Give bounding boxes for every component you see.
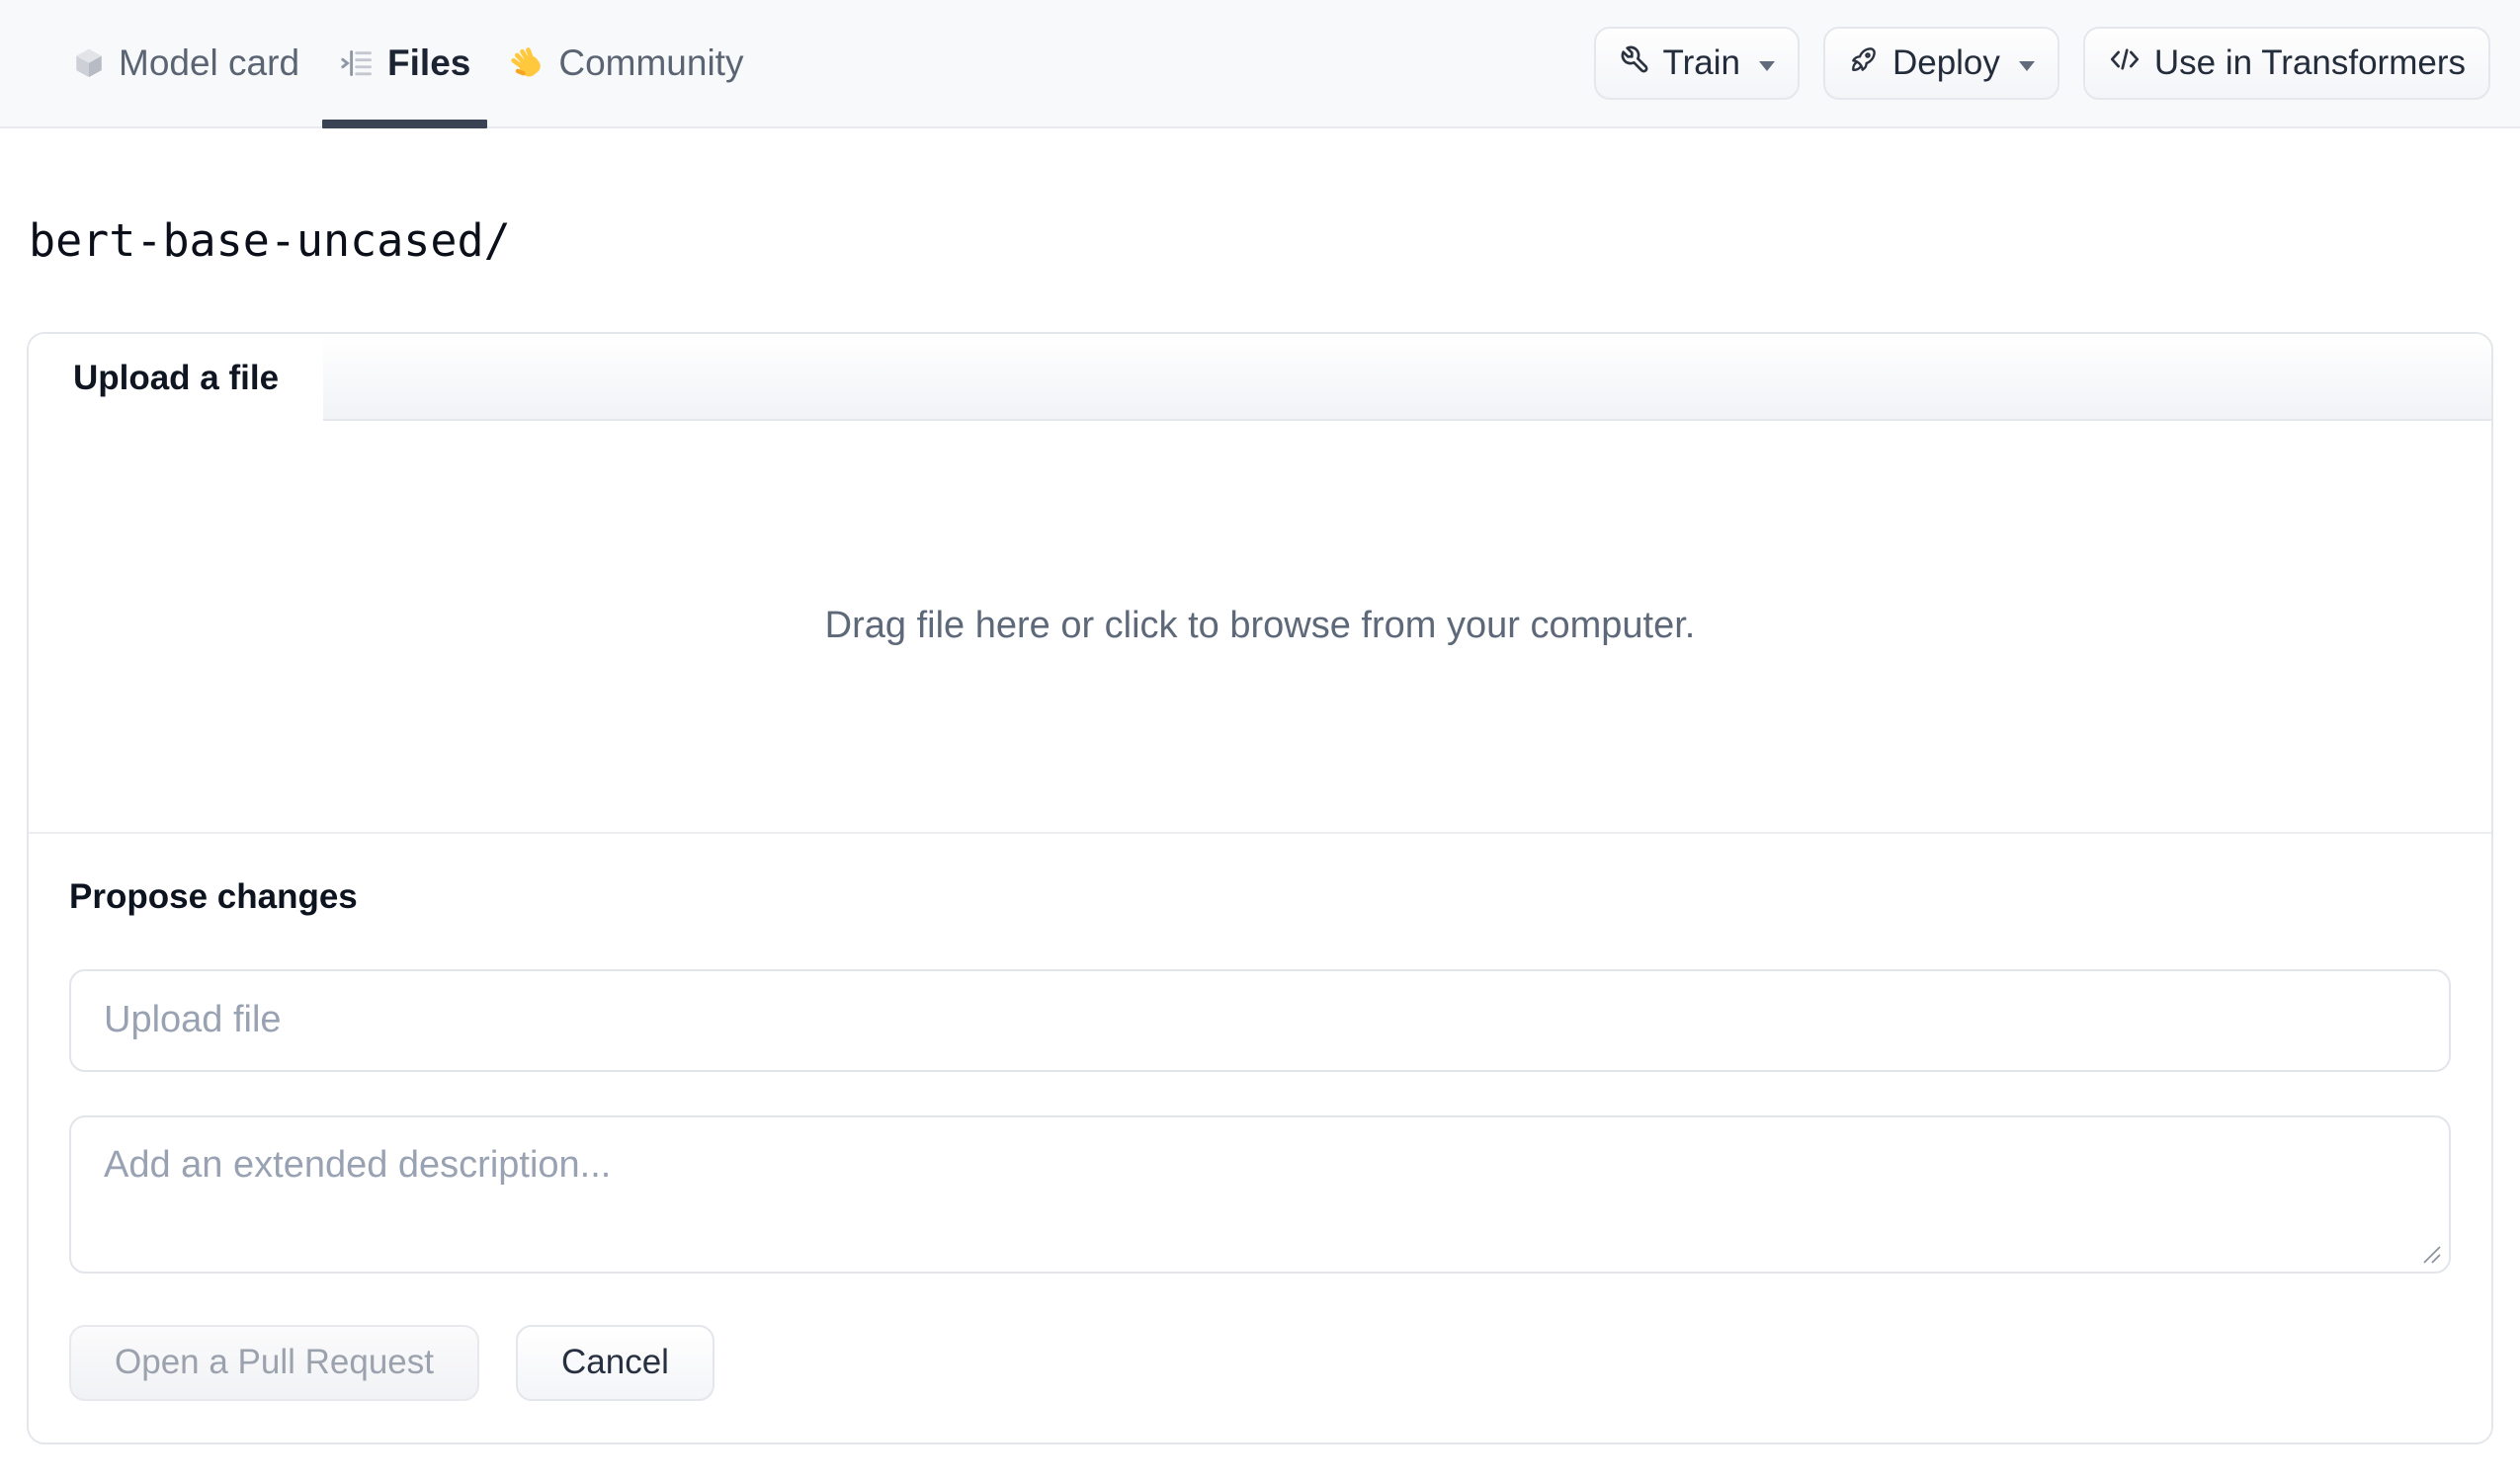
cancel-button[interactable]: Cancel <box>515 1324 714 1401</box>
tab-label: Files <box>387 42 471 83</box>
upload-filename-input[interactable] <box>69 968 2451 1072</box>
open-pull-request-button[interactable]: Open a Pull Request <box>69 1324 479 1401</box>
footer-button-row: Open a Pull Request Cancel <box>69 1324 2451 1401</box>
header-action-buttons: Train Deploy Use in Transformers <box>1593 27 2490 100</box>
tab-upload-a-file[interactable]: Upload a file <box>29 333 323 423</box>
tab-community[interactable]: Community <box>493 0 760 126</box>
resize-handle-icon[interactable] <box>2420 1243 2442 1265</box>
files-list-icon <box>339 45 375 81</box>
rocket-icon <box>1848 43 1880 84</box>
description-field-wrapper <box>69 1114 2451 1274</box>
tab-label: Upload a file <box>72 358 280 397</box>
upload-panel-tab-bar: Upload a file <box>29 333 2491 423</box>
code-icon <box>2108 42 2142 85</box>
propose-changes-heading: Propose changes <box>69 876 358 916</box>
upload-panel: Upload a file Drag file here or click to… <box>27 331 2493 1444</box>
waving-hand-icon <box>510 45 546 81</box>
extended-description-textarea[interactable] <box>69 1114 2451 1274</box>
active-tab-underline <box>322 120 488 128</box>
dropzone-hint-text: Drag file here or click to browse from y… <box>824 605 1696 647</box>
chevron-down-icon <box>1758 60 1775 71</box>
breadcrumb: bert-base-uncased/ <box>29 214 511 267</box>
wrench-icon <box>1619 43 1650 84</box>
button-label: Deploy <box>1891 43 2000 82</box>
chevron-down-icon <box>2018 60 2035 71</box>
deploy-button[interactable]: Deploy <box>1822 27 2059 100</box>
main-content: bert-base-uncased/ Upload a file Drag fi… <box>0 215 2520 1444</box>
propose-changes-section: Propose changes Open a Pull Request Canc… <box>29 831 2491 1442</box>
train-button[interactable]: Train <box>1593 27 1800 100</box>
cube-icon <box>72 46 106 80</box>
repo-tab-bar: Model card Files Community <box>55 0 766 128</box>
tab-model-card[interactable]: Model card <box>55 0 316 126</box>
button-label: Use in Transformers <box>2153 43 2466 82</box>
file-dropzone[interactable]: Drag file here or click to browse from y… <box>29 420 2491 832</box>
tab-label: Community <box>558 42 744 83</box>
tab-label: Model card <box>119 42 300 83</box>
button-label: Train <box>1662 43 1740 82</box>
tab-files[interactable]: Files <box>322 0 488 128</box>
repo-header: Model card Files Community Train Deploy … <box>0 0 2520 128</box>
use-in-transformers-button[interactable]: Use in Transformers <box>2082 27 2490 100</box>
